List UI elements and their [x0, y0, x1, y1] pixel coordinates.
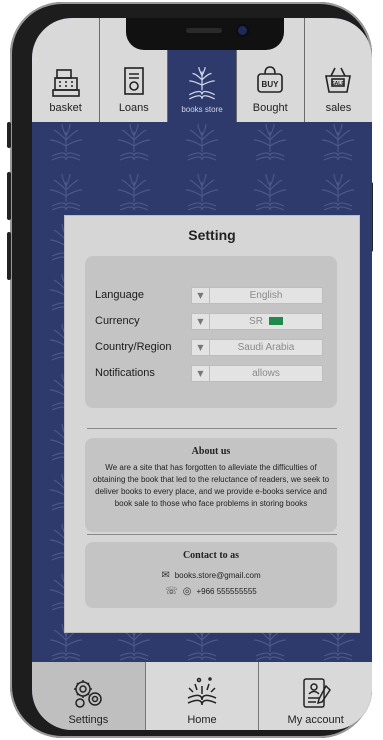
email-text: books.store@gmail.com [174, 571, 261, 580]
settings-title: Setting [188, 227, 236, 243]
buy-bag-icon: BUY [257, 66, 284, 93]
buy-badge-text: BUY [262, 80, 280, 89]
setting-label: Country/Region [95, 341, 172, 353]
setting-label: Notifications [95, 367, 155, 379]
speaker-grill [186, 28, 222, 33]
top-nav-label: Loans [118, 102, 149, 114]
contact-panel: Contact to as ✉ books.store@gmail.com ☏ … [85, 542, 337, 608]
bottom-navigation: Settings Home My account [32, 662, 372, 730]
bottom-nav-label: Settings [68, 714, 109, 726]
front-camera [238, 26, 247, 35]
saudi-flag-icon [268, 316, 283, 325]
gears-icon [74, 680, 103, 708]
currency-value-wrap: SR [210, 316, 322, 327]
dropdown-arrow-icon: ▼ [192, 313, 210, 329]
phone-icon: ☏ [165, 586, 178, 597]
bottom-nav-home[interactable]: Home [145, 662, 260, 730]
book-tree-logo-icon [189, 67, 215, 100]
divider [87, 428, 337, 429]
about-panel: About us We are a site that has forgotte… [85, 438, 337, 532]
select-value: English [249, 289, 283, 301]
settings-card: Setting Language ▼ English Currency ▼ SR [64, 215, 360, 633]
preferences-panel: Language ▼ English Currency ▼ SR Country… [85, 256, 337, 408]
email-row[interactable]: ✉ books.store@gmail.com [85, 570, 337, 581]
open-book-icon [187, 677, 217, 706]
sale-badge-text: SALE [332, 81, 346, 87]
contact-heading: Contact to as [182, 550, 240, 561]
top-nav-label: basket [49, 102, 82, 114]
setting-row-country: Country/Region ▼ Saudi Arabia [95, 338, 325, 356]
bottom-nav-my-account[interactable]: My account [259, 662, 372, 730]
currency-select[interactable]: ▼ SR [191, 312, 323, 330]
silent-switch [7, 122, 11, 148]
country-select[interactable]: ▼ Saudi Arabia [191, 338, 323, 356]
sale-basket-icon: SALE [325, 67, 352, 93]
select-value: Saudi Arabia [237, 341, 295, 353]
bottom-nav-label: My account [287, 714, 344, 726]
app-screen: basket Loans books store BUY Bought SALE… [32, 18, 372, 730]
divider [87, 534, 337, 535]
top-nav-label: Bought [252, 102, 288, 114]
top-nav-label: books store [181, 105, 223, 114]
phone-frame: basket Loans books store BUY Bought SALE… [7, 2, 373, 738]
volume-down-button [7, 232, 11, 280]
top-nav-sales[interactable]: SALE sales [304, 18, 372, 122]
setting-row-currency: Currency ▼ SR [95, 312, 325, 330]
top-nav-label: sales [325, 102, 352, 114]
dropdown-arrow-icon: ▼ [192, 287, 210, 303]
about-heading: About us [191, 446, 231, 457]
setting-row-notifications: Notifications ▼ allows [95, 364, 325, 382]
setting-row-language: Language ▼ English [95, 286, 325, 304]
select-value: SR [249, 315, 263, 327]
loan-receipt-icon [123, 67, 144, 95]
notifications-select[interactable]: ▼ allows [191, 364, 323, 382]
notch [126, 18, 284, 50]
bottom-nav-settings[interactable]: Settings [32, 662, 146, 730]
language-select[interactable]: ▼ English [191, 286, 323, 304]
email-icon: ✉ [161, 570, 170, 581]
about-text: We are a site that has forgotten to alle… [92, 463, 330, 508]
phone-row[interactable]: ☏ ◎ +966 555555555 [85, 586, 337, 597]
top-nav-basket[interactable]: basket [32, 18, 101, 122]
whatsapp-icon: ◎ [182, 586, 192, 597]
setting-label: Currency [95, 315, 140, 327]
bottom-nav-label: Home [187, 714, 217, 726]
setting-label: Language [95, 289, 144, 301]
account-document-icon [302, 678, 331, 708]
dropdown-arrow-icon: ▼ [192, 339, 210, 355]
volume-up-button [7, 172, 11, 220]
cash-register-icon [51, 69, 80, 97]
dropdown-arrow-icon: ▼ [192, 365, 210, 381]
phone-text: +966 555555555 [196, 587, 257, 596]
select-value: allows [252, 367, 280, 379]
